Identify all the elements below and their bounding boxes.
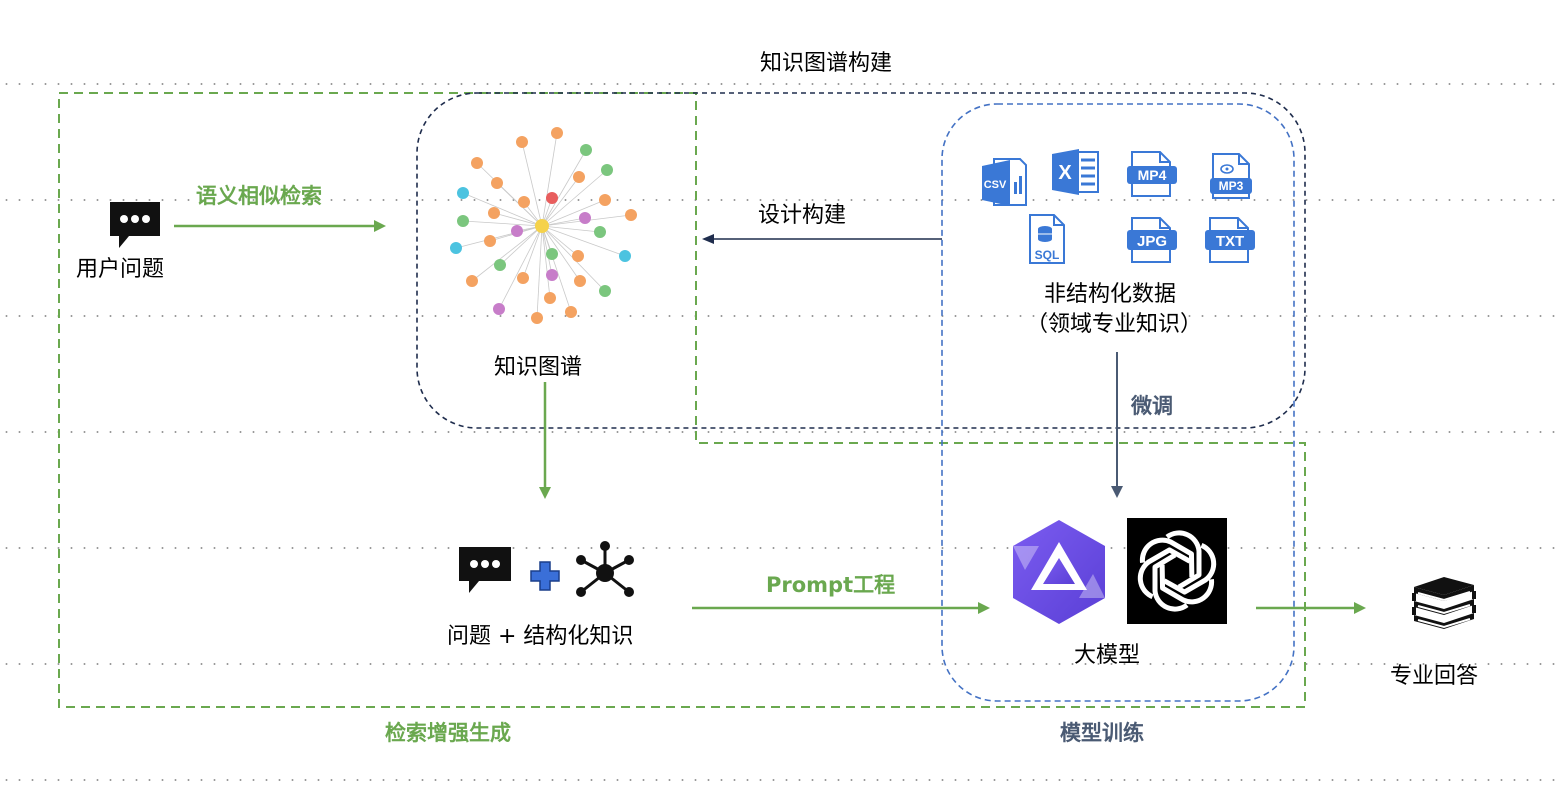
svg-text:MP4: MP4 <box>1138 167 1167 183</box>
svg-text:CSV: CSV <box>984 179 1007 191</box>
mp4-file-icon: MP4 <box>1127 151 1177 197</box>
jpg-file-icon: JPG <box>1127 217 1177 263</box>
xls-file-icon: X <box>1052 149 1099 195</box>
txt-file-icon: TXT <box>1205 217 1255 263</box>
chat-bubble-icon <box>110 202 160 248</box>
user-question-label: 用户问题 <box>76 257 165 282</box>
svg-text:X: X <box>1058 162 1072 184</box>
knowledge-graph-icon <box>450 127 637 324</box>
network-icon <box>576 541 634 597</box>
qwen-logo-icon <box>1013 520 1105 624</box>
books-icon <box>1412 577 1476 629</box>
model-training-label: 模型训练 <box>1060 721 1144 745</box>
fine-tune-label: 微调 <box>1131 394 1173 418</box>
prompt-engineering-label: Prompt工程 <box>766 573 896 597</box>
rag-label: 检索增强生成 <box>385 721 511 745</box>
question-plus-knowledge-label: 问题 + 结构化知识 <box>447 624 634 649</box>
sql-file-icon: SQL <box>1029 214 1065 264</box>
mp3-file-icon: MP3 <box>1210 153 1252 199</box>
professional-answer-label: 专业回答 <box>1390 664 1479 689</box>
domain-knowledge-label: （领域专业知识） <box>1026 312 1203 337</box>
unstructured-data-label: 非结构化数据 <box>1044 282 1177 307</box>
openai-logo-icon <box>1127 518 1227 624</box>
svg-text:MP3: MP3 <box>1219 179 1244 193</box>
kg-construction-title: 知识图谱构建 <box>760 51 893 76</box>
svg-text:SQL: SQL <box>1035 248 1060 262</box>
svg-text:TXT: TXT <box>1216 233 1244 250</box>
csv-file-icon: CSV <box>982 158 1027 206</box>
question-chat-icon <box>459 547 511 593</box>
plus-icon <box>530 561 560 591</box>
diagram-frames <box>58 92 1366 708</box>
svg-text:JPG: JPG <box>1137 233 1167 250</box>
llm-label: 大模型 <box>1074 643 1141 668</box>
semantic-search-label: 语义相似检索 <box>196 184 322 208</box>
knowledge-graph-label: 知识图谱 <box>494 355 583 380</box>
design-build-label: 设计构建 <box>758 203 847 228</box>
